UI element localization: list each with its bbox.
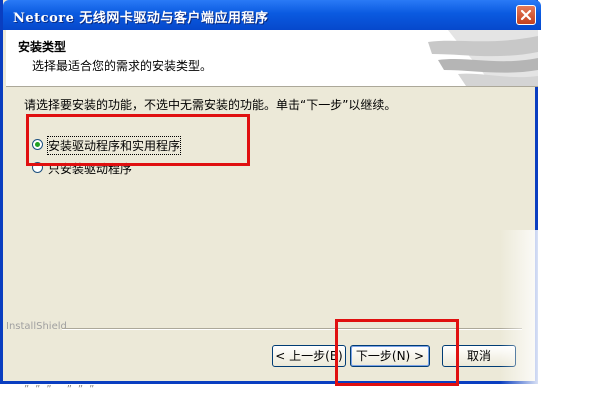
close-icon [520,9,532,21]
close-button[interactable] [516,5,536,25]
window-title: Netcore 无线网卡驱动与客户端应用程序 [13,11,269,26]
header-subtitle: 选择最适合您的需求的安装类型。 [32,59,213,73]
image-fade-overlay [500,230,600,400]
annotation-highlight-next [335,319,459,386]
installshield-brand: InstallShield [6,321,67,332]
installshield-graphic [428,30,538,86]
annotation-highlight-option [26,114,250,166]
header-panel: 安装类型 选择最适合您的需求的安装类型。 [6,30,538,87]
instruction-text: 请选择要安装的功能，不选中无需安装的功能。单击“下一步”以继续。 [24,98,397,112]
title-bar[interactable]: Netcore 无线网卡驱动与客户端应用程序 [3,0,541,30]
bottom-partial-text: ””” ””” [24,384,101,395]
header-title: 安装类型 [18,40,67,54]
